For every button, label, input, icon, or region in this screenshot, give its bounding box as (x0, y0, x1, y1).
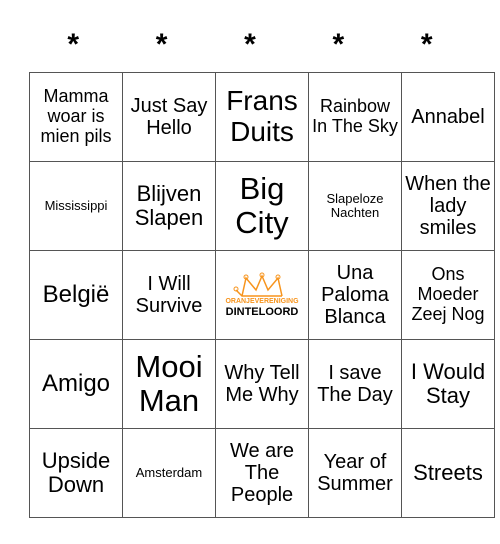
bingo-cell[interactable]: I save The Day (308, 339, 402, 429)
bingo-cell[interactable]: Mamma woar is mien pils (29, 72, 123, 162)
header-star: * (420, 28, 433, 61)
bingo-cell[interactable]: Streets (401, 428, 495, 518)
bingo-cell[interactable]: Mississippi (29, 161, 123, 251)
bingo-cell[interactable]: I Will Survive (122, 250, 216, 340)
bingo-row: Mississippi Blijven Slapen Big City Slapelo… (29, 161, 495, 251)
bingo-cell[interactable]: Rainbow In The Sky (308, 72, 402, 162)
header-star: * (244, 28, 256, 61)
bingo-cell[interactable]: Annabel (401, 72, 495, 162)
bingo-cell[interactable]: Mooi Man (122, 339, 216, 429)
logo: ORANJEVERENIGING DINTELOORD (218, 272, 306, 318)
logo-top-text: ORANJEVERENIGING (225, 298, 299, 306)
bingo-cell[interactable]: Amsterdam (122, 428, 216, 518)
bingo-header: * * * * * (29, 28, 471, 62)
bingo-cell[interactable]: Big City (215, 161, 309, 251)
bingo-cell[interactable]: Ons Moeder Zeej Nog (401, 250, 495, 340)
header-star: * (332, 28, 345, 61)
header-star: * (67, 28, 80, 61)
bingo-cell[interactable]: Upside Down (29, 428, 123, 518)
bingo-cell[interactable]: Una Paloma Blanca (308, 250, 402, 340)
bingo-row: Amigo Mooi Man Why Tell Me Why I save The D… (29, 339, 495, 429)
bingo-cell[interactable]: Slapeloze Nachten (308, 161, 402, 251)
bingo-cell[interactable]: Blijven Slapen (122, 161, 216, 251)
bingo-cell[interactable]: When the lady smiles (401, 161, 495, 251)
header-star: * (155, 28, 168, 61)
bingo-cell[interactable]: Just Say Hello (122, 72, 216, 162)
bingo-grid: Mamma woar is mien pils Just Say Hello Fra… (29, 72, 495, 518)
bingo-cell[interactable]: Why Tell Me Why (215, 339, 309, 429)
bingo-row: Upside Down Amsterdam We are The People Yea… (29, 428, 495, 518)
bingo-cell[interactable]: België (29, 250, 123, 340)
bingo-cell[interactable]: I Would Stay (401, 339, 495, 429)
crown-icon (233, 272, 283, 297)
bingo-cell[interactable]: Frans Duits (215, 72, 309, 162)
bingo-cell[interactable]: Amigo (29, 339, 123, 429)
logo-bottom-text: DINTELOORD (225, 305, 299, 318)
bingo-cell[interactable]: We are The People (215, 428, 309, 518)
bingo-row: België I Will Survive ORANJEVERENIGING DI… (29, 250, 495, 340)
bingo-cell[interactable]: Year of Summer (308, 428, 402, 518)
bingo-row: Mamma woar is mien pils Just Say Hello Fra… (29, 72, 495, 162)
free-space-logo[interactable]: ORANJEVERENIGING DINTELOORD (215, 250, 309, 340)
